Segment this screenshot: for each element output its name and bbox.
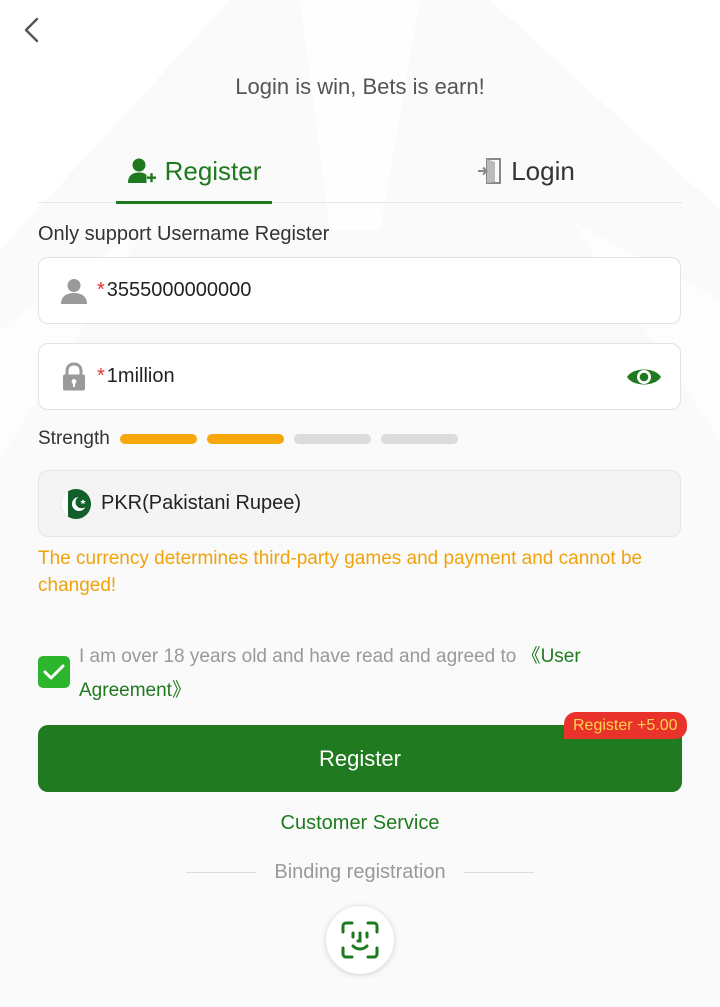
face-scan-icon [341, 921, 379, 959]
auth-tabs: Register Login [38, 140, 682, 204]
required-mark: * [97, 279, 105, 301]
agreement-statement: I am over 18 years old and have read and… [79, 646, 522, 667]
username-field[interactable]: * 3555000000000 [38, 257, 681, 324]
register-bonus-badge: Register +5.00 [564, 712, 687, 739]
agreement-checkbox[interactable] [38, 656, 70, 688]
currency-select[interactable]: PKR(Pakistani Rupee) [38, 470, 681, 537]
password-field[interactable]: * 1million [38, 343, 681, 410]
active-tab-indicator [116, 201, 272, 204]
slogan: Login is win, Bets is earn! [235, 74, 485, 99]
agreement-text: I am over 18 years old and have read and… [79, 640, 669, 708]
divider-line [186, 872, 257, 873]
strength-bar [293, 434, 371, 444]
tab-register-label: Register [164, 155, 262, 186]
tab-register[interactable]: Register [116, 140, 272, 204]
pakistan-flag-icon [61, 488, 91, 519]
eye-icon[interactable] [626, 360, 662, 394]
lock-icon [59, 361, 89, 392]
required-mark: * [97, 365, 105, 387]
chevron-left-icon [24, 17, 39, 43]
register-hint: Only support Username Register [38, 223, 330, 245]
currency-warning: The currency determines third-party game… [38, 548, 643, 596]
strength-label: Strength [38, 428, 110, 449]
customer-service-link[interactable]: Customer Service [0, 812, 720, 835]
strength-bar [380, 434, 458, 444]
agreement-row: I am over 18 years old and have read and… [38, 640, 678, 708]
password-value: 1million [106, 365, 175, 387]
back-button[interactable] [16, 14, 48, 46]
tab-login[interactable]: Login [476, 140, 576, 202]
tab-login-label: Login [511, 155, 575, 186]
user-plus-icon [127, 158, 156, 183]
face-registration-button[interactable] [326, 906, 394, 974]
strength-bar [206, 434, 284, 444]
username-value: 3555000000000 [106, 279, 252, 301]
strength-bar [119, 434, 197, 444]
checkmark-icon [43, 664, 65, 680]
currency-value: PKR(Pakistani Rupee) [101, 492, 302, 514]
binding-registration-divider: Binding registration [180, 861, 540, 884]
binding-registration-label: Binding registration [274, 861, 446, 883]
login-door-icon [478, 158, 502, 184]
divider-line [463, 872, 534, 873]
password-strength: Strength [38, 428, 458, 450]
user-icon [59, 276, 89, 306]
